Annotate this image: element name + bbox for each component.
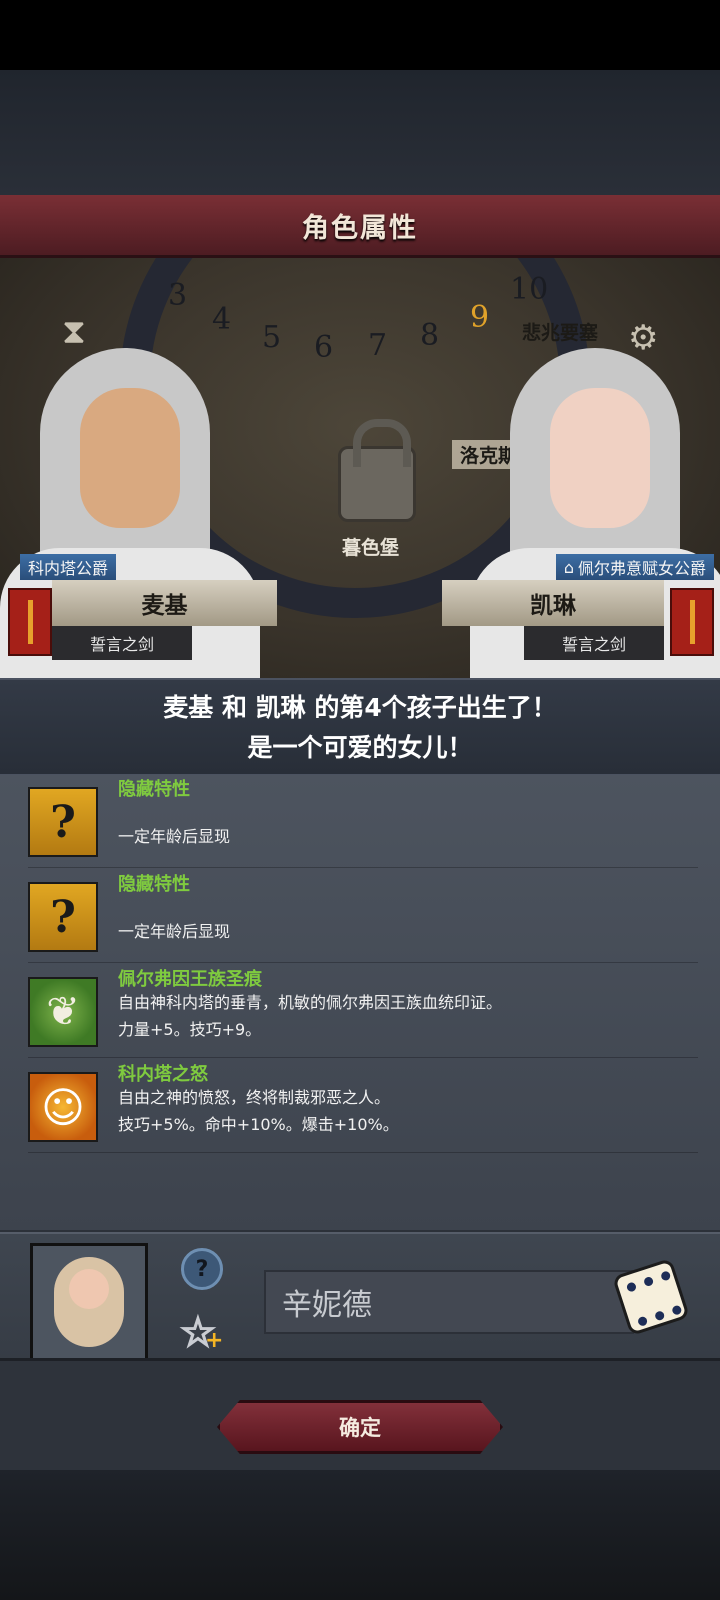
confirm-button[interactable]: 确定 bbox=[217, 1400, 503, 1454]
dial-number-active: 9 bbox=[470, 300, 490, 335]
dial-number: 3 bbox=[168, 278, 188, 313]
plus-icon: + bbox=[205, 1328, 224, 1353]
trait-stats: 力量+5。技巧+9。 bbox=[118, 1020, 262, 1039]
father-motto: 誓言之剑 bbox=[89, 635, 154, 654]
trait-description: 一定年龄后显现 bbox=[118, 922, 231, 941]
dial-number: 6 bbox=[314, 330, 334, 365]
announcement-line-1: 麦基 和 凯琳 的第4个孩子出生了！ bbox=[163, 693, 557, 722]
trait-name: 隐藏特性 bbox=[118, 779, 190, 800]
help-icon[interactable]: ? bbox=[181, 1248, 223, 1290]
dial-number: 8 bbox=[420, 318, 440, 353]
dial-number: 4 bbox=[212, 302, 232, 337]
father-name: 麦基 bbox=[141, 593, 188, 619]
mother-title-tag: ⌂ 佩尔弗意赋女公爵 bbox=[555, 554, 714, 580]
mother-motto: 誓言之剑 bbox=[561, 635, 626, 654]
mother-sword-banner-icon bbox=[670, 588, 714, 656]
birth-announcement: 麦基 和 凯琳 的第4个孩子出生了！ 是一个可爱的女儿！ bbox=[0, 678, 720, 776]
confirm-label: 确定 bbox=[339, 1416, 381, 1440]
question-icon: ? bbox=[28, 787, 98, 857]
mother-name: 凯琳 bbox=[530, 593, 576, 619]
page-title: 角色属性 bbox=[302, 212, 418, 244]
trait-item[interactable]: ❦ 佩尔弗因王族圣痕 自由神科内塔的垂青，机敏的佩尔弗因王族血统印证。 力量+5… bbox=[28, 965, 698, 1058]
trait-name: 佩尔弗因王族圣痕 bbox=[118, 969, 262, 990]
announcement-line-2: 是一个可爱的女儿！ bbox=[247, 733, 473, 762]
dial-number: 5 bbox=[262, 320, 282, 355]
trait-name: 隐藏特性 bbox=[118, 874, 190, 895]
sun-face-icon: ☺ bbox=[28, 1072, 98, 1142]
mother-motto-plate: 誓言之剑 bbox=[524, 626, 664, 660]
map-label-fort[interactable]: 悲兆要塞 bbox=[522, 318, 598, 345]
status-bar-area bbox=[0, 0, 720, 70]
father-title: 科内塔公爵 bbox=[28, 559, 109, 578]
background-band-bottom bbox=[0, 1470, 720, 1600]
child-name-input[interactable]: 辛妮德 bbox=[264, 1270, 634, 1334]
feather-icon: ❦ bbox=[28, 977, 98, 1047]
home-icon: ⌂ bbox=[563, 557, 574, 577]
padlock-icon bbox=[338, 419, 416, 522]
background-band-top bbox=[0, 70, 720, 195]
father-motto-plate: 誓言之剑 bbox=[52, 626, 192, 660]
trait-description: 自由之神的愤怒，终将制裁邪恶之人。 bbox=[118, 1088, 391, 1107]
dial-number: 7 bbox=[368, 328, 388, 363]
map-scene: 3 4 5 6 7 8 9 10 悲兆要塞 洛克斯堡 暮色堡 ⧗ ⚙ 科内塔公爵… bbox=[0, 258, 720, 678]
trait-description: 一定年龄后显现 bbox=[118, 827, 231, 846]
baby-image bbox=[54, 1257, 124, 1347]
trait-list: ? 隐藏特性 一定年龄后显现 ? 隐藏特性 一定年龄后显现 ❦ 佩尔弗因王族圣痕… bbox=[0, 775, 720, 1230]
trait-stats: 技巧+5%。命中+10%。爆击+10%。 bbox=[118, 1115, 399, 1134]
child-avatar[interactable] bbox=[30, 1243, 148, 1361]
child-name-value: 辛妮德 bbox=[282, 1288, 372, 1323]
dial-number: 10 bbox=[510, 272, 549, 307]
father-name-plate: 麦基 bbox=[52, 580, 277, 626]
help-glyph: ? bbox=[195, 1256, 209, 1282]
trait-item[interactable]: ☺ 科内塔之怒 自由之神的愤怒，终将制裁邪恶之人。 技巧+5%。命中+10%。爆… bbox=[28, 1060, 698, 1153]
trait-name: 科内塔之怒 bbox=[118, 1064, 208, 1085]
map-label-castle-center[interactable]: 暮色堡 bbox=[342, 533, 399, 560]
question-icon: ? bbox=[28, 882, 98, 952]
father-title-tag: 科内塔公爵 bbox=[20, 554, 117, 580]
trait-item[interactable]: ? 隐藏特性 一定年龄后显现 bbox=[28, 870, 698, 963]
hourglass-icon[interactable]: ⧗ bbox=[62, 312, 86, 352]
mother-name-plate: 凯琳 bbox=[442, 580, 664, 626]
mother-title: 佩尔弗意赋女公爵 bbox=[577, 559, 706, 578]
trait-description: 自由神科内塔的垂青，机敏的佩尔弗因王族血统印证。 bbox=[118, 993, 503, 1012]
trait-item[interactable]: ? 隐藏特性 一定年龄后显现 bbox=[28, 775, 698, 868]
father-sword-banner-icon bbox=[8, 588, 52, 656]
panel-title-bar: 角色属性 bbox=[0, 195, 720, 258]
